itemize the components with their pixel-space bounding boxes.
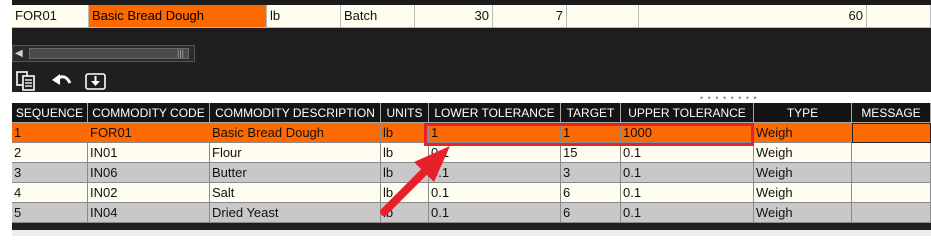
type-cell[interactable]: Weigh <box>754 143 852 163</box>
message-cell[interactable] <box>852 183 931 203</box>
header-lower-tolerance[interactable]: LOWER TOLERANCE <box>429 103 561 123</box>
parent-value1-cell[interactable]: 30 <box>415 5 493 28</box>
target-cell[interactable]: 3 <box>561 163 621 183</box>
parent-description-cell[interactable]: Basic Bread Dough <box>89 5 267 28</box>
type-cell[interactable]: Weigh <box>754 163 852 183</box>
download-tray-icon <box>84 71 108 91</box>
commodity-code-cell[interactable]: IN02 <box>88 183 210 203</box>
commodity-code-cell[interactable]: FOR01 <box>88 123 210 143</box>
parent-value2-cell[interactable]: 7 <box>493 5 567 28</box>
commodity-description-cell[interactable]: Flour <box>210 143 381 163</box>
header-sequence[interactable]: SEQUENCE <box>12 103 88 123</box>
target-cell[interactable]: 6 <box>561 203 621 223</box>
import-button[interactable] <box>84 70 108 92</box>
scrollbar-grip-icon: ||| <box>177 48 185 58</box>
annotation-arrow-icon <box>380 146 450 216</box>
sequence-cell[interactable]: 2 <box>12 143 88 163</box>
commodity-description-cell[interactable]: Salt <box>210 183 381 203</box>
parent-grid: FOR01 Basic Bread Dough lb Batch 30 7 60 <box>12 0 931 32</box>
parent-extra-cell[interactable] <box>867 5 931 28</box>
upper-tolerance-cell[interactable]: 0.1 <box>621 183 754 203</box>
message-cell[interactable] <box>852 203 931 223</box>
splitter-grip-icon[interactable]: • • • • • • • • <box>700 94 758 103</box>
message-cell[interactable] <box>852 143 931 163</box>
header-target[interactable]: TARGET <box>561 103 621 123</box>
commodity-code-cell[interactable]: IN06 <box>88 163 210 183</box>
parent-type-cell[interactable]: Batch <box>341 5 415 28</box>
header-type[interactable]: TYPE <box>754 103 852 123</box>
grid-footer <box>12 230 931 236</box>
copy-button[interactable] <box>14 70 38 92</box>
message-cell[interactable] <box>852 163 931 183</box>
scroll-left-arrow-icon[interactable]: ◀ <box>15 47 23 61</box>
table-row[interactable]: 2 IN01 Flour lb 0.1 15 0.1 Weigh <box>12 143 931 163</box>
header-commodity-code[interactable]: COMMODITY CODE <box>88 103 210 123</box>
type-cell[interactable]: Weigh <box>754 203 852 223</box>
target-cell[interactable]: 6 <box>561 183 621 203</box>
message-cell[interactable] <box>852 123 931 143</box>
table-row[interactable]: 5 IN04 Dried Yeast lb 0.1 6 0.1 Weigh <box>12 203 931 223</box>
toolbar-panel <box>12 32 931 92</box>
table-row[interactable]: 4 IN02 Salt lb 0.1 6 0.1 Weigh <box>12 183 931 203</box>
header-units[interactable]: UNITS <box>381 103 429 123</box>
scrollbar-thumb[interactable] <box>29 48 189 59</box>
parent-grid-row[interactable]: FOR01 Basic Bread Dough lb Batch 30 7 60 <box>12 5 931 28</box>
undo-button[interactable] <box>50 70 74 92</box>
upper-tolerance-cell[interactable]: 0.1 <box>621 203 754 223</box>
parent-value4-cell[interactable]: 60 <box>639 5 867 28</box>
upper-tolerance-cell[interactable]: 0.1 <box>621 143 754 163</box>
undo-icon <box>51 71 73 91</box>
commodity-description-cell[interactable]: Dried Yeast <box>210 203 381 223</box>
header-upper-tolerance[interactable]: UPPER TOLERANCE <box>621 103 754 123</box>
upper-tolerance-cell[interactable]: 0.1 <box>621 163 754 183</box>
sequence-cell[interactable]: 5 <box>12 203 88 223</box>
copy-icon <box>15 71 37 91</box>
table-row[interactable]: 3 IN06 Butter lb 0.1 3 0.1 Weigh <box>12 163 931 183</box>
type-cell[interactable]: Weigh <box>754 123 852 143</box>
target-cell[interactable]: 15 <box>561 143 621 163</box>
sequence-cell[interactable]: 4 <box>12 183 88 203</box>
parent-code-cell[interactable]: FOR01 <box>12 5 89 28</box>
sequence-cell[interactable]: 1 <box>12 123 88 143</box>
horizontal-scrollbar[interactable]: ◀ ||| <box>12 45 195 62</box>
sequence-cell[interactable]: 3 <box>12 163 88 183</box>
commodity-description-cell[interactable]: Basic Bread Dough <box>210 123 381 143</box>
commodity-description-cell[interactable]: Butter <box>210 163 381 183</box>
header-message[interactable]: MESSAGE <box>852 103 931 123</box>
commodity-code-cell[interactable]: IN04 <box>88 203 210 223</box>
type-cell[interactable]: Weigh <box>754 183 852 203</box>
header-commodity-description[interactable]: COMMODITY DESCRIPTION <box>210 103 381 123</box>
parent-value3-cell[interactable] <box>567 5 639 28</box>
tolerance-highlight-box <box>424 123 754 146</box>
parent-unit-cell[interactable]: lb <box>267 5 341 28</box>
commodity-code-cell[interactable]: IN01 <box>88 143 210 163</box>
